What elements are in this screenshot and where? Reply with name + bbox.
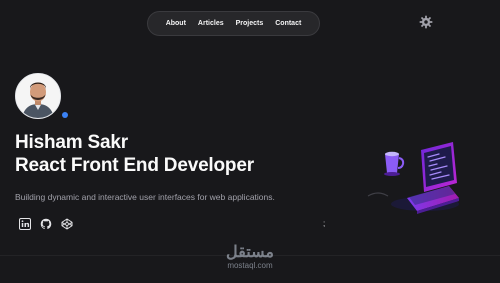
hero-heading: Hisham Sakr React Front End Developer (15, 131, 254, 177)
watermark-arabic: مستقل (226, 244, 274, 261)
hero-name: Hisham Sakr (15, 132, 128, 153)
profile-avatar (15, 73, 68, 119)
nav-link-contact[interactable]: Contact (275, 20, 301, 27)
linkedin-link[interactable] (19, 217, 31, 230)
gear-icon (419, 15, 433, 29)
watermark-latin: mostaql.com (227, 261, 273, 270)
laptop-coffee-illustration (367, 142, 459, 214)
nav-link-projects[interactable]: Projects (236, 20, 264, 27)
person-photo (16, 74, 60, 118)
watermark: مستقل mostaql.com (219, 244, 281, 271)
top-nav: About Articles Projects Contact (147, 11, 320, 36)
linkedin-icon (19, 218, 31, 230)
hero-tagline: Building dynamic and interactive user in… (15, 192, 275, 202)
nav-link-about[interactable]: About (166, 20, 186, 27)
stray-text: ; (323, 219, 326, 228)
codepen-link[interactable] (61, 217, 73, 230)
avatar (15, 73, 61, 119)
github-link[interactable] (40, 217, 52, 230)
theme-toggle-button[interactable] (419, 15, 433, 29)
social-links (19, 217, 73, 230)
hero-role: React Front End Developer (15, 155, 254, 176)
github-icon (40, 218, 52, 230)
codepen-icon (61, 218, 73, 230)
status-dot (62, 112, 68, 118)
laptop-illustration (363, 140, 463, 218)
nav-link-articles[interactable]: Articles (198, 20, 224, 27)
